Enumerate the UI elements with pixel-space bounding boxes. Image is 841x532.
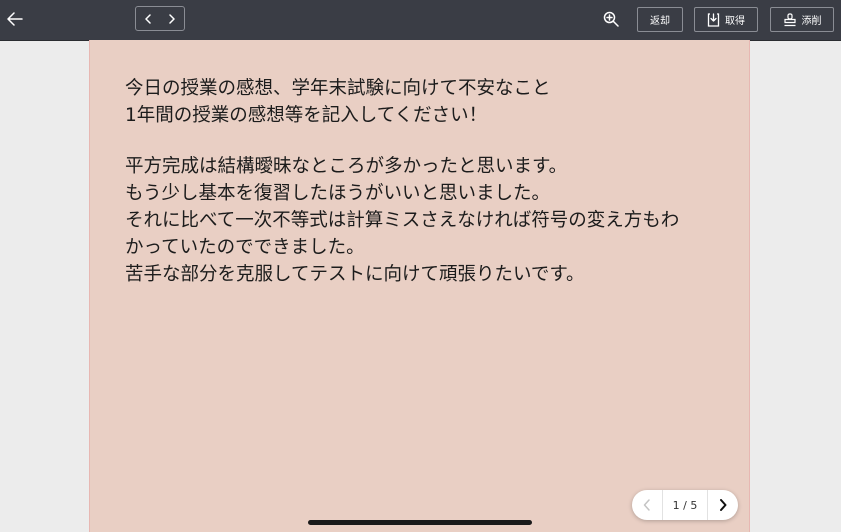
- answer-line: それに比べて一次不等式は計算ミスさえなければ符号の変え方もわ: [125, 210, 680, 231]
- pager-next-button[interactable]: [708, 490, 738, 520]
- answer-line: かっていたのでできました。: [125, 237, 365, 258]
- correct-button[interactable]: 添削: [770, 7, 834, 32]
- next-page-button[interactable]: [160, 7, 184, 30]
- return-label: 返却: [650, 16, 670, 27]
- correct-label: 添削: [801, 16, 822, 27]
- page-nav-group: [135, 6, 185, 31]
- back-button[interactable]: [4, 8, 26, 30]
- chevron-left-icon: [145, 13, 151, 24]
- chevron-right-icon: [169, 13, 175, 24]
- chevron-left-icon: [643, 499, 650, 511]
- page-indicator: 1 / 5: [672, 498, 698, 512]
- chevron-right-icon: [720, 499, 727, 511]
- page-pager: 1 / 5: [632, 490, 738, 520]
- home-indicator[interactable]: [308, 520, 532, 525]
- stamp-icon: [783, 12, 796, 26]
- return-button[interactable]: 返却: [637, 7, 683, 32]
- answer-line: もう少し基本を復習したほうがいいと思いました。: [125, 183, 550, 204]
- arrow-left-icon: [7, 12, 23, 26]
- zoom-in-icon: [603, 11, 619, 27]
- worksheet-page: 今日の授業の感想、学年末試験に向けて不安なこと 1年間の授業の感想等を記入してく…: [90, 40, 749, 532]
- acquire-button[interactable]: 取得: [694, 7, 758, 32]
- prompt-line: 1年間の授業の感想等を記入してください！: [125, 105, 488, 126]
- download-tray-icon: [707, 12, 720, 27]
- prompt-line: 今日の授業の感想、学年末試験に向けて不安なこと: [125, 78, 551, 99]
- prev-page-button[interactable]: [136, 7, 160, 30]
- answer-line: 平方完成は結構曖昧なところが多かったと思います。: [125, 156, 568, 177]
- zoom-button[interactable]: [600, 8, 622, 30]
- acquire-label: 取得: [725, 16, 745, 27]
- pager-prev-button[interactable]: [632, 490, 662, 520]
- top-toolbar: 返却 取得 添削: [0, 0, 841, 41]
- answer-line: 苦手な部分を克服してテストに向けて頑張りたいです。: [125, 264, 585, 285]
